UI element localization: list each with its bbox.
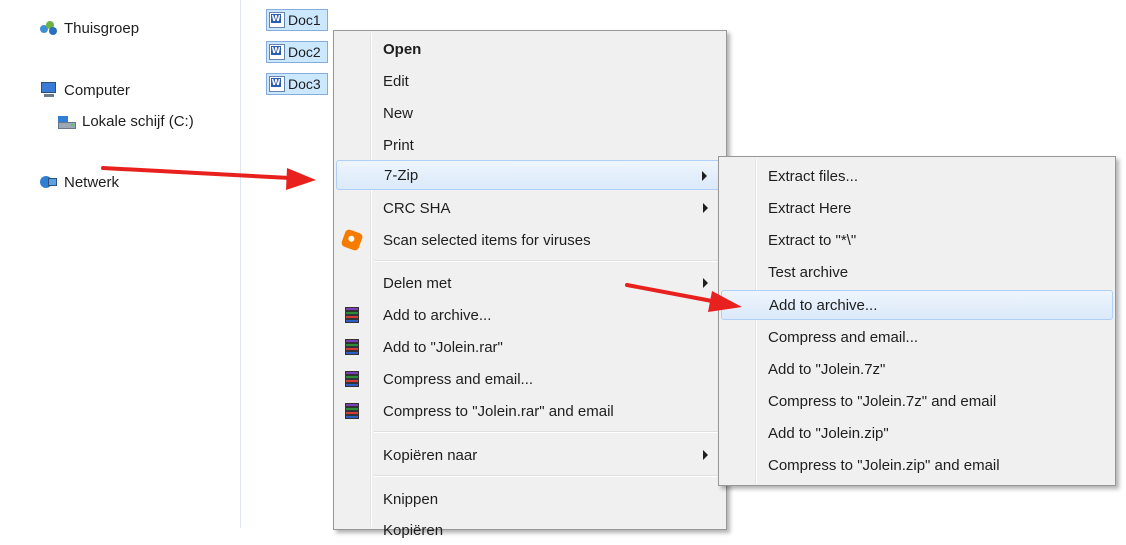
menu-item-new[interactable]: New [336,98,724,128]
file-item-doc3[interactable]: W Doc3 [266,73,328,95]
menu-item-label: Delen met [383,274,452,292]
menu-item-label: Extract files... [768,167,859,185]
word-document-icon: W [269,76,285,92]
winrar-icon [343,370,361,388]
homegroup-icon [40,20,58,36]
submenu-arrow-icon [702,171,707,181]
menu-item-label: Compress and email... [768,328,919,346]
menu-item-label: New [383,104,414,122]
submenu-arrow-icon [703,450,708,460]
file-name: Doc1 [288,12,321,28]
file-item-doc2[interactable]: W Doc2 [266,41,328,63]
menu-separator [374,431,722,433]
menu-item-label: Compress to "Jolein.7z" and email [768,392,997,410]
submenu-item-extract-here[interactable]: Extract Here [721,193,1113,223]
network-icon [40,174,58,190]
menu-separator [374,260,722,262]
menu-item-label: 7-Zip [384,166,419,184]
menu-item-rar-compress-to-email[interactable]: Compress to "Jolein.rar" and email [336,396,724,426]
menu-item-cut[interactable]: Knippen [336,484,724,514]
file-name: Doc2 [288,44,321,60]
menu-item-crc-sha[interactable]: CRC SHA [336,193,724,223]
drive-icon [58,113,76,129]
menu-item-label: Knippen [383,490,439,508]
context-menu: Open Edit New Print 7-Zip CRC SHA Scan s… [333,30,727,539]
menu-item-rar-add-named[interactable]: Add to "Jolein.rar" [336,332,724,362]
navigation-pane: Thuisgroep Computer Lokale schijf (C:) N… [0,0,241,528]
computer-icon [40,82,58,98]
submenu-item-add-to-zip[interactable]: Add to "Jolein.zip" [721,418,1113,448]
menu-item-label: CRC SHA [383,199,451,217]
submenu-arrow-icon [703,278,708,288]
menu-item-scan-viruses[interactable]: Scan selected items for viruses [336,225,724,255]
nav-label: Thuisgroep [64,19,140,37]
nav-item-homegroup[interactable]: Thuisgroep [40,17,139,39]
file-name: Doc3 [288,76,321,92]
menu-item-print[interactable]: Print [336,130,724,160]
submenu-item-compress-email[interactable]: Compress and email... [721,322,1113,352]
menu-item-rar-add-archive[interactable]: Add to archive... [336,300,724,330]
menu-item-rar-compress-email[interactable]: Compress and email... [336,364,724,394]
menu-item-label: Extract to "*\" [768,231,857,249]
word-document-icon: W [269,12,285,28]
nav-item-network[interactable]: Netwerk [40,171,119,193]
menu-item-label: Edit [383,72,409,90]
nav-label: Computer [64,81,130,99]
file-item-doc1[interactable]: W Doc1 [266,9,328,31]
submenu-item-compress-zip-email[interactable]: Compress to "Jolein.zip" and email [721,450,1113,480]
menu-item-label: Open [383,40,422,58]
menu-item-label: Add to archive... [769,296,878,314]
winrar-icon [343,402,361,420]
submenu-item-test-archive[interactable]: Test archive [721,257,1113,287]
submenu-item-add-to-7z[interactable]: Add to "Jolein.7z" [721,354,1113,384]
menu-item-label: Extract Here [768,199,852,217]
menu-item-label: Compress to "Jolein.zip" and email [768,456,1000,474]
7zip-submenu: Extract files... Extract Here Extract to… [718,156,1116,486]
submenu-item-add-to-archive[interactable]: Add to archive... [721,290,1113,320]
menu-item-copy[interactable]: Kopiëren [336,515,724,545]
menu-item-edit[interactable]: Edit [336,66,724,96]
menu-item-open[interactable]: Open [336,34,724,64]
menu-item-copy-to[interactable]: Kopiëren naar [336,440,724,470]
winrar-icon [343,338,361,356]
menu-item-label: Test archive [768,263,849,281]
menu-item-label: Scan selected items for viruses [383,231,591,249]
menu-item-label: Print [383,136,414,154]
menu-item-label: Kopiëren naar [383,446,478,464]
menu-item-share-with[interactable]: Delen met [336,268,724,298]
menu-separator [374,475,722,477]
menu-item-label: Compress and email... [383,370,534,388]
word-document-icon: W [269,44,285,60]
nav-label: Netwerk [64,173,120,191]
submenu-item-extract-to[interactable]: Extract to "*\" [721,225,1113,255]
submenu-item-compress-7z-email[interactable]: Compress to "Jolein.7z" and email [721,386,1113,416]
menu-item-label: Add to archive... [383,306,492,324]
menu-item-label: Compress to "Jolein.rar" and email [383,402,614,420]
avast-icon [340,228,364,252]
submenu-arrow-icon [703,203,708,213]
menu-item-7zip[interactable]: 7-Zip [336,160,724,190]
menu-item-label: Kopiëren [383,521,444,539]
winrar-icon [343,306,361,324]
nav-label: Lokale schijf (C:) [82,112,194,130]
nav-item-local-disk[interactable]: Lokale schijf (C:) [58,110,194,132]
menu-item-label: Add to "Jolein.zip" [768,424,889,442]
submenu-item-extract-files[interactable]: Extract files... [721,161,1113,191]
menu-item-label: Add to "Jolein.7z" [768,360,886,378]
menu-item-label: Add to "Jolein.rar" [383,338,503,356]
nav-item-computer[interactable]: Computer [40,79,130,101]
